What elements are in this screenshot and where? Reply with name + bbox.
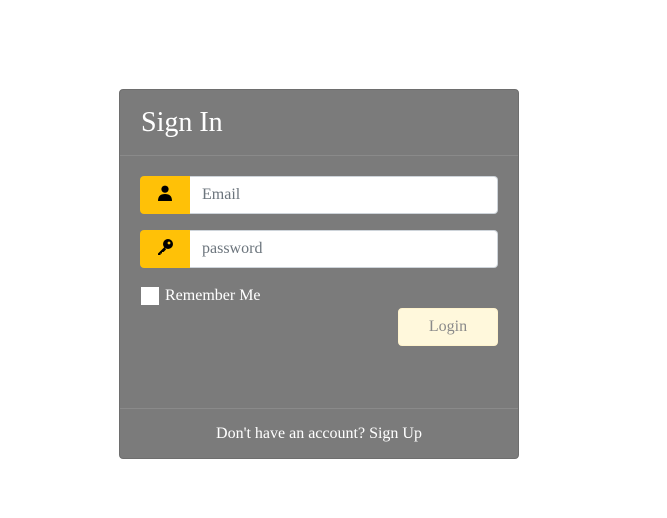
password-field[interactable]: [190, 230, 498, 268]
remember-me-checkbox[interactable]: [141, 287, 159, 305]
password-input-group: [140, 230, 498, 268]
login-button[interactable]: Login: [398, 308, 498, 346]
signup-prompt: Don't have an account?: [216, 424, 366, 442]
remember-me-label: Remember Me: [165, 287, 261, 304]
email-input-group: [140, 176, 498, 214]
card-title: Sign In: [141, 106, 223, 138]
card-header: Sign In: [120, 90, 518, 156]
sign-in-card: Sign In Remember Me: [119, 89, 519, 459]
email-field[interactable]: [190, 176, 498, 214]
user-icon: [157, 185, 173, 206]
remember-me[interactable]: Remember Me: [141, 287, 261, 305]
sign-up-link[interactable]: Sign Up: [369, 425, 422, 443]
password-addon: [140, 230, 190, 268]
card-footer: Don't have an account? Sign Up: [120, 408, 518, 458]
email-addon: [140, 176, 190, 214]
key-icon: [156, 238, 174, 261]
